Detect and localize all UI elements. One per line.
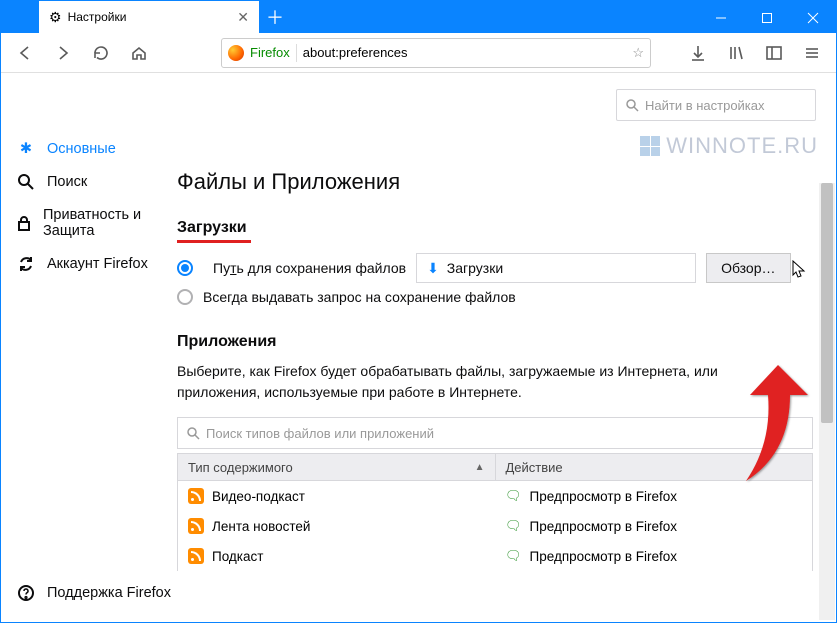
- table-row[interactable]: Видео-подкаст 🗨Предпросмотр в Firefox: [177, 481, 813, 511]
- download-arrow-icon: ⬇: [427, 260, 439, 277]
- window-maximize-button[interactable]: [744, 3, 790, 33]
- window-minimize-button[interactable]: [698, 3, 744, 33]
- sidebar-item-privacy[interactable]: Приватность и Защита: [1, 199, 169, 247]
- preferences-sidebar: ✱ Основные Поиск Приватность и Защита Ак…: [1, 73, 169, 622]
- col-content-type: Тип содержимого▲: [178, 454, 496, 480]
- library-button[interactable]: [720, 37, 752, 69]
- help-icon: [15, 584, 37, 602]
- sidebar-item-support[interactable]: Поддержка Firefox: [1, 576, 185, 610]
- forward-button[interactable]: [47, 37, 79, 69]
- sidebar-label: Поддержка Firefox: [47, 585, 171, 601]
- table-header[interactable]: Тип содержимого▲ Действие: [177, 453, 813, 481]
- scrollbar[interactable]: [819, 183, 835, 620]
- save-to-row: Путь для сохранения файлов ⬇ Загрузки Об…: [177, 253, 818, 283]
- back-button[interactable]: [9, 37, 41, 69]
- apps-search[interactable]: Поиск типов файлов или приложений: [177, 417, 813, 449]
- gear-icon: ✱: [15, 141, 37, 157]
- sync-icon: [15, 255, 37, 273]
- sidebar-label: Основные: [47, 141, 116, 157]
- url-identity-label: Firefox: [250, 45, 290, 60]
- reload-button[interactable]: [85, 37, 117, 69]
- sort-asc-icon: ▲: [475, 462, 485, 473]
- lock-icon: [15, 214, 33, 232]
- search-icon: [15, 173, 37, 191]
- save-to-label: Путь для сохранения файлов: [213, 260, 406, 276]
- apps-table: Тип содержимого▲ Действие Видео-подкаст …: [177, 453, 813, 571]
- radio-always-ask[interactable]: [177, 289, 193, 305]
- home-button[interactable]: [123, 37, 155, 69]
- section-title: Файлы и Приложения: [177, 169, 818, 195]
- sidebar-item-general[interactable]: ✱ Основные: [1, 133, 169, 165]
- search-icon: [186, 426, 200, 440]
- gear-icon: ⚙: [49, 9, 62, 26]
- rss-icon: [188, 488, 204, 504]
- browser-tab[interactable]: ⚙ Настройки ✕: [39, 1, 259, 33]
- bookmark-star-icon[interactable]: ☆: [632, 45, 644, 61]
- address-bar[interactable]: Firefox about:preferences ☆: [221, 38, 651, 68]
- new-tab-button[interactable]: ＋: [259, 1, 291, 33]
- search-icon: [625, 98, 639, 112]
- browser-navbar: Firefox about:preferences ☆: [1, 33, 836, 73]
- sidebar-label: Приватность и Защита: [43, 207, 155, 239]
- preview-icon: 🗨: [505, 518, 522, 534]
- table-row[interactable]: Подкаст 🗨Предпросмотр в Firefox: [177, 541, 813, 571]
- sidebar-item-account[interactable]: Аккаунт Firefox: [1, 247, 169, 281]
- rss-icon: [188, 548, 204, 564]
- apps-description: Выберите, как Firefox будет обрабатывать…: [177, 361, 797, 403]
- radio-save-to[interactable]: [177, 260, 193, 276]
- always-ask-label: Всегда выдавать запрос на сохранение фай…: [203, 289, 516, 305]
- close-tab-icon[interactable]: ✕: [237, 9, 249, 26]
- downloads-button[interactable]: [682, 37, 714, 69]
- menu-button[interactable]: [796, 37, 828, 69]
- download-folder-field[interactable]: ⬇ Загрузки: [416, 253, 696, 283]
- sidebar-label: Поиск: [47, 174, 87, 190]
- watermark: WINNOTE.RU: [640, 133, 818, 159]
- always-ask-row: Всегда выдавать запрос на сохранение фай…: [177, 289, 818, 305]
- search-placeholder: Найти в настройках: [645, 98, 765, 113]
- table-row[interactable]: Лента новостей 🗨Предпросмотр в Firefox: [177, 511, 813, 541]
- tab-title: Настройки: [68, 10, 127, 24]
- preferences-search[interactable]: Найти в настройках: [616, 89, 816, 121]
- apps-search-placeholder: Поиск типов файлов или приложений: [206, 426, 434, 441]
- preview-icon: 🗨: [505, 548, 522, 564]
- url-text: about:preferences: [303, 45, 408, 60]
- firefox-icon: [228, 45, 244, 61]
- download-folder-name: Загрузки: [447, 260, 503, 276]
- browse-button[interactable]: Обзор…: [706, 253, 790, 283]
- sidebar-label: Аккаунт Firefox: [47, 256, 148, 272]
- rss-icon: [188, 518, 204, 534]
- divider: [296, 44, 297, 62]
- sidebar-button[interactable]: [758, 37, 790, 69]
- cursor-icon: [792, 260, 806, 280]
- sidebar-item-search[interactable]: Поиск: [1, 165, 169, 199]
- apps-heading: Приложения: [177, 333, 277, 351]
- col-action: Действие: [496, 454, 813, 480]
- preview-icon: 🗨: [505, 488, 522, 504]
- scrollbar-thumb[interactable]: [821, 183, 833, 423]
- preferences-content: WINNOTE.RU Найти в настройках Файлы и Пр…: [169, 73, 836, 622]
- window-close-button[interactable]: [790, 3, 836, 33]
- window-titlebar: ⚙ Настройки ✕ ＋: [1, 1, 836, 33]
- downloads-heading: Загрузки: [177, 219, 247, 237]
